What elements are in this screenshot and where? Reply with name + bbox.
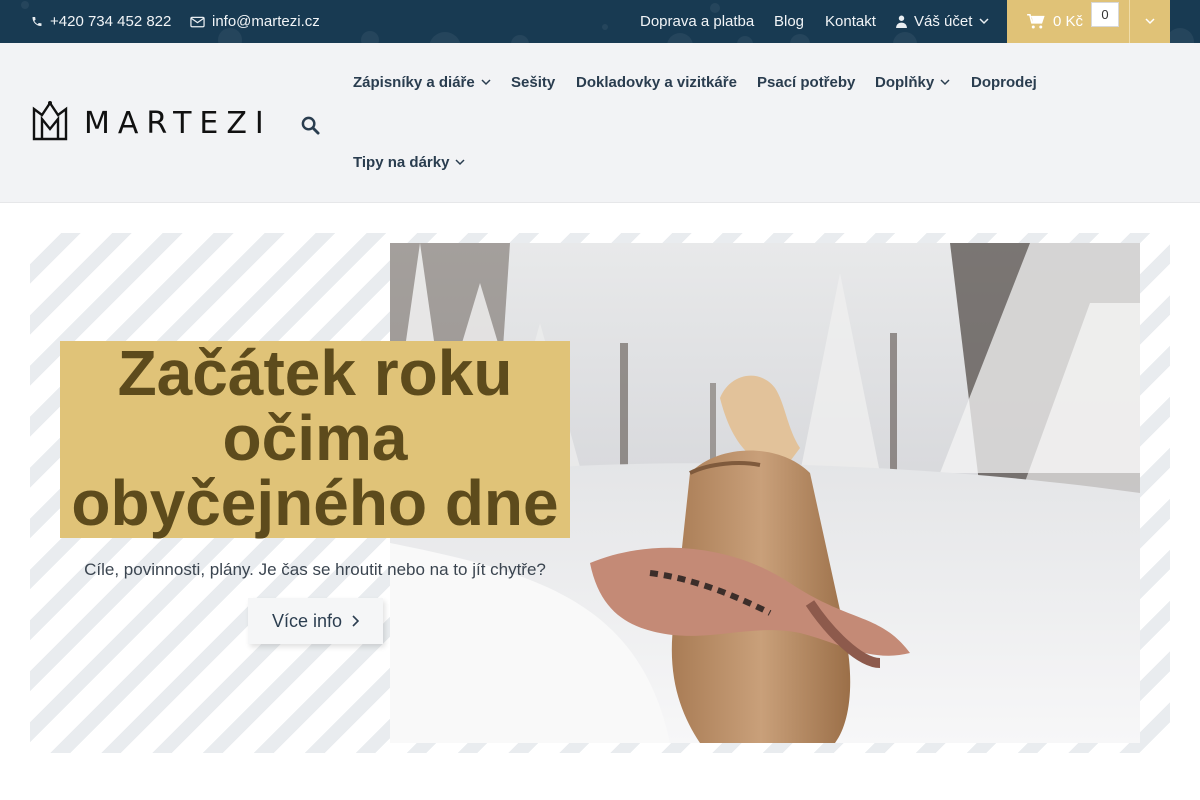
top-bar: +420 734 452 822 info@martezi.cz Doprava… bbox=[0, 0, 1200, 43]
more-info-button[interactable]: Více info bbox=[248, 598, 383, 644]
nav-gifts-label: Tipy na dárky bbox=[353, 154, 450, 171]
nav-notebooks-label: Zápisníky a diáře bbox=[353, 74, 475, 91]
hero-subtitle: Cíle, povinnosti, plány. Je čas se hrout… bbox=[84, 560, 546, 579]
nav-notebooks[interactable]: Zápisníky a diáře bbox=[353, 74, 491, 91]
headline-line-2: očima bbox=[222, 402, 408, 474]
nav-gifts[interactable]: Tipy na dárky bbox=[353, 154, 465, 171]
chevron-down-icon bbox=[1145, 18, 1155, 25]
nav-accessories[interactable]: Doplňky bbox=[875, 74, 950, 91]
account-label: Váš účet bbox=[914, 13, 973, 30]
search-icon bbox=[301, 116, 320, 135]
nav-cases-label: Dokladovky a vizitkáře bbox=[576, 74, 737, 91]
search-button[interactable] bbox=[298, 113, 322, 137]
site-logo[interactable]: MARTEZI bbox=[30, 99, 272, 147]
hero-headline: Začátek roku očima obyčejného dne bbox=[60, 341, 570, 536]
hero-banner: Začátek roku očima obyčejného dne Cíle, … bbox=[30, 233, 1170, 753]
phone-icon bbox=[32, 17, 42, 26]
logo-wordmark: MARTEZI bbox=[84, 105, 272, 141]
account-menu[interactable]: Váš účet bbox=[896, 0, 989, 43]
email-address: info@martezi.cz bbox=[212, 13, 320, 30]
chevron-down-icon bbox=[979, 18, 989, 25]
nav-cases[interactable]: Dokladovky a vizitkáře bbox=[576, 74, 737, 91]
chevron-down-icon bbox=[940, 79, 950, 86]
chevron-right-icon bbox=[352, 615, 360, 627]
phone-number: +420 734 452 822 bbox=[50, 13, 172, 30]
more-info-label: Více info bbox=[271, 610, 343, 631]
link-shipping[interactable]: Doprava a platba bbox=[640, 0, 754, 43]
cart-icon bbox=[1027, 14, 1045, 29]
cart-count-badge: 0 bbox=[1091, 2, 1119, 27]
nav-sale-label: Doprodej bbox=[971, 74, 1037, 91]
headline-line-1: Začátek roku bbox=[117, 337, 513, 409]
nav-writing-label: Psací potřeby bbox=[757, 74, 856, 91]
nav-workbooks[interactable]: Sešity bbox=[511, 74, 555, 91]
link-blog[interactable]: Blog bbox=[774, 0, 804, 43]
nav-sale[interactable]: Doprodej bbox=[971, 74, 1037, 91]
nav-writing[interactable]: Psací potřeby bbox=[757, 74, 855, 91]
topbar-email[interactable]: info@martezi.cz bbox=[190, 0, 320, 43]
headline-line-3: obyčejného dne bbox=[71, 467, 559, 539]
chevron-down-icon bbox=[481, 79, 491, 86]
cart-dropdown-toggle[interactable] bbox=[1129, 0, 1170, 43]
cart-total: 0 Kč bbox=[1053, 13, 1084, 30]
link-contact[interactable]: Kontakt bbox=[825, 0, 876, 43]
topbar-phone[interactable]: +420 734 452 822 bbox=[31, 0, 171, 43]
nav-workbooks-label: Sešity bbox=[511, 74, 556, 91]
chevron-down-icon bbox=[455, 159, 465, 166]
nav-accessories-label: Doplňky bbox=[875, 74, 935, 91]
logo-crown-icon bbox=[32, 100, 68, 141]
site-header: MARTEZI Zápisníky a diáře Sešity Doklado… bbox=[0, 43, 1200, 203]
user-icon bbox=[896, 15, 907, 28]
mail-icon bbox=[190, 16, 205, 27]
